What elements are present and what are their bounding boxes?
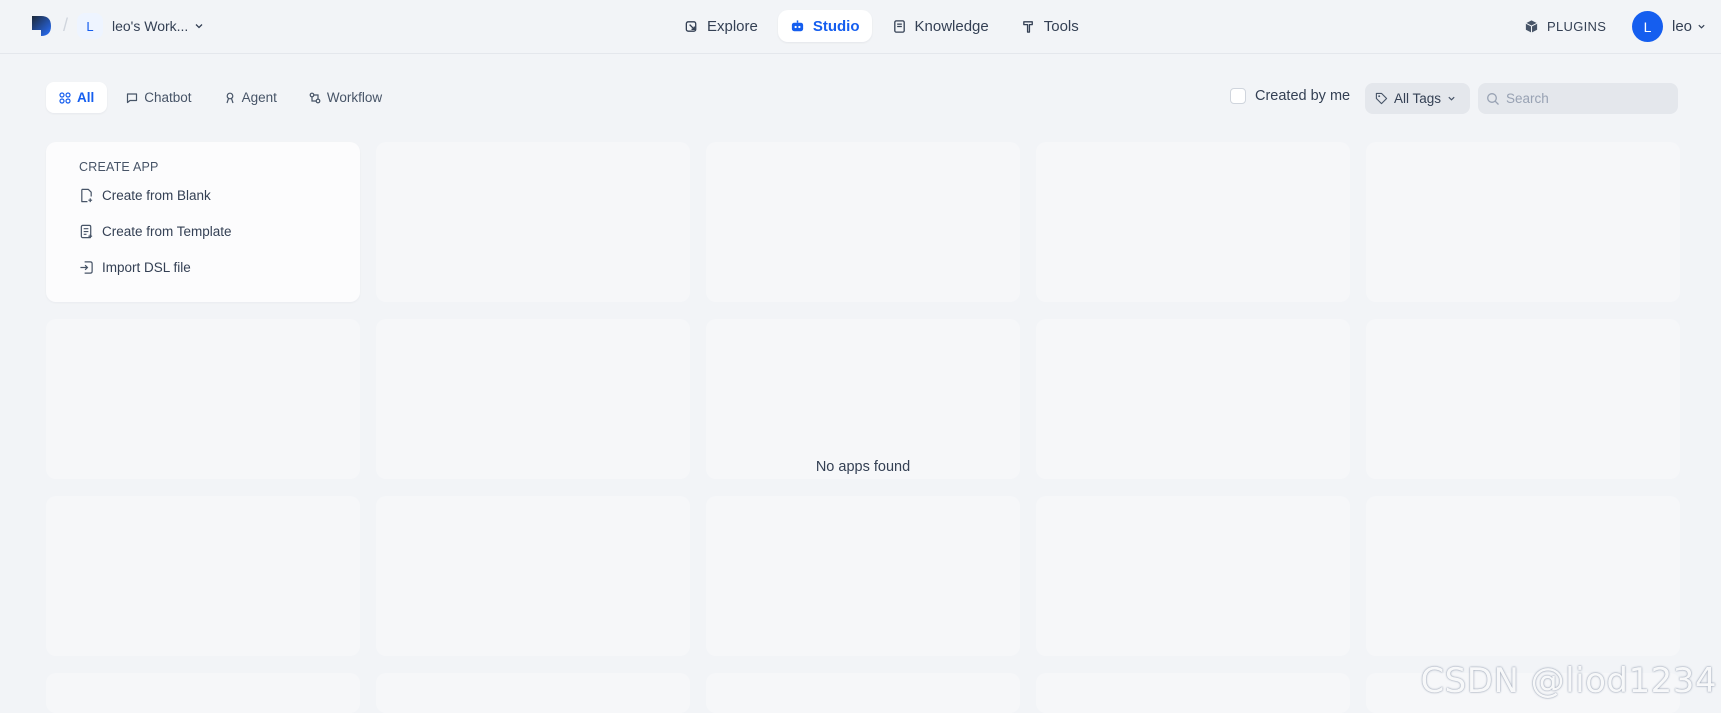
avatar: L [1632,11,1663,42]
nav-studio[interactable]: Studio [777,10,872,42]
create-app-card: CREATE APP Create from Blank Create from… [46,142,360,302]
placeholder-card [706,142,1020,302]
app-grid: CREATE APP Create from Blank Create from… [46,142,1680,713]
placeholder-card [1366,142,1680,302]
workflow-icon [309,92,321,103]
tag-icon [1375,92,1388,105]
user-menu[interactable]: L leo [1632,11,1706,42]
tab-agent-label: Agent [241,90,277,105]
create-from-template-button[interactable]: Create from Template [79,220,327,242]
user-name: leo [1672,18,1693,35]
workspace-avatar: L [77,13,103,39]
top-header: / L leo's Work... Explore Studio Knowled… [0,0,1721,54]
explore-icon [685,20,697,32]
placeholder-card [706,319,1020,479]
placeholder-card [46,319,360,479]
chevron-down-icon [1448,96,1455,101]
plugins-button[interactable]: PLUGINS [1524,15,1606,37]
empty-state-message: No apps found [815,459,911,475]
nav-knowledge-label: Knowledge [914,17,989,35]
book-icon [893,19,905,33]
create-from-blank-button[interactable]: Create from Blank [79,184,327,206]
main-nav: Explore Studio Knowledge Tools [672,10,1099,42]
placeholder-card [46,673,360,713]
create-from-template-label: Create from Template [102,223,232,239]
grid-icon [59,91,71,104]
tab-workflow-label: Workflow [326,90,383,105]
workspace-name: leo's Work... [112,18,189,34]
breadcrumb-separator: / [63,15,69,35]
tab-all-label: All [77,90,95,105]
import-icon [80,260,93,274]
tab-agent[interactable]: Agent [211,82,290,113]
placeholder-card [376,319,690,479]
tab-chatbot-label: Chatbot [144,90,192,105]
cube-icon [1525,19,1538,33]
placeholder-card [376,142,690,302]
nav-studio-label: Studio [812,17,860,35]
file-plus-icon [81,188,93,202]
placeholder-card [1036,496,1350,656]
import-dsl-button[interactable]: Import DSL file [79,256,327,278]
nav-explore[interactable]: Explore [672,10,770,42]
create-app-title: CREATE APP [79,160,159,174]
chevron-down-icon [1698,24,1705,29]
watermark: CSDN @liod1234 [1420,661,1717,701]
tags-filter-dropdown[interactable]: All Tags [1365,83,1470,114]
placeholder-card [1036,142,1350,302]
placeholder-card [1366,319,1680,479]
create-from-blank-label: Create from Blank [102,187,211,203]
placeholder-card [706,496,1020,656]
logo-icon[interactable] [32,16,51,36]
plugins-label: PLUGINS [1547,18,1607,34]
placeholder-card [46,496,360,656]
placeholder-card [376,673,690,713]
placeholder-card [1366,496,1680,656]
chat-bubble-icon [127,92,138,103]
tab-chatbot[interactable]: Chatbot [113,82,204,113]
search-icon [1487,92,1499,105]
search-input[interactable] [1506,91,1666,106]
app-type-tabs: All Chatbot Agent Workflow [46,82,395,113]
hammer-icon [1022,20,1033,33]
template-icon [80,224,93,238]
search-box [1478,83,1678,114]
created-by-me-label: Created by me [1255,88,1351,104]
nav-tools[interactable]: Tools [1009,10,1091,42]
nav-tools-label: Tools [1043,17,1079,35]
created-by-me-checkbox[interactable] [1230,88,1246,104]
nav-explore-label: Explore [707,17,758,35]
placeholder-card [376,496,690,656]
created-by-me-filter[interactable]: Created by me [1230,88,1350,104]
placeholder-card [706,673,1020,713]
nav-knowledge[interactable]: Knowledge [880,10,1001,42]
chevron-down-icon [195,24,203,29]
tab-workflow[interactable]: Workflow [296,82,395,113]
tags-filter-label: All Tags [1394,91,1442,106]
robot-icon [791,19,803,31]
import-dsl-label: Import DSL file [102,259,191,275]
workspace-switcher[interactable]: L leo's Work... [77,12,204,40]
placeholder-card [1036,319,1350,479]
placeholder-card [1036,673,1350,713]
tab-all[interactable]: All [46,82,108,113]
agent-icon [225,92,234,103]
